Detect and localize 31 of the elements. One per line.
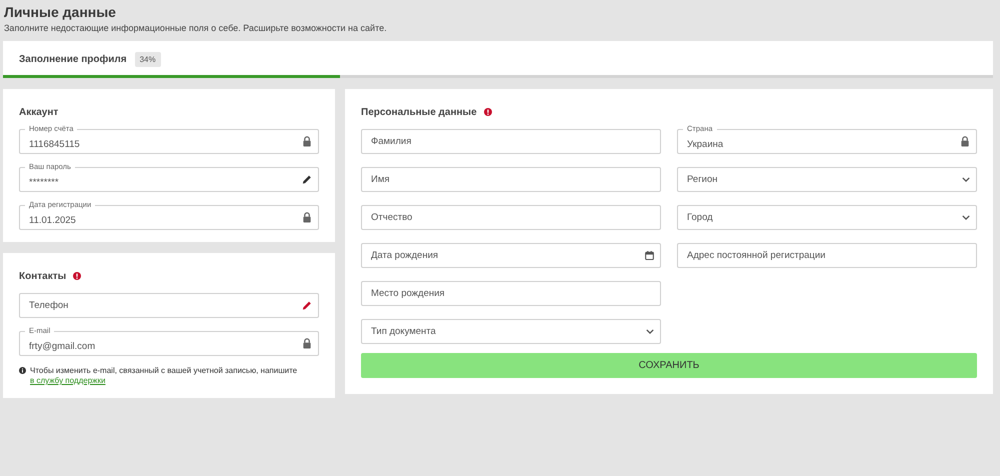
section-title: Контакты: [19, 270, 66, 282]
chevron-down-icon: [962, 177, 970, 182]
input-field[interactable]: Место рождения: [361, 281, 661, 306]
input-field[interactable]: Тип документа: [361, 319, 661, 344]
section-title: Аккаунт: [19, 106, 58, 118]
input-field[interactable]: Дата рождения: [361, 243, 661, 268]
input-field[interactable]: Адрес постоянной регистрации: [677, 243, 977, 268]
note-text: Чтобы изменить e-mail, связанный с вашей учетной записью, напишите в службу поддержки: [30, 366, 298, 386]
input-field[interactable]: Фамилия: [361, 129, 661, 154]
progress-badge: 34%: [134, 52, 161, 67]
save-button[interactable]: СОХРАНИТЬ: [361, 353, 977, 378]
page-subtitle: Заполните недостающие информационные поля о себе. Расширьте возможности на сайте.: [4, 23, 388, 33]
chevron-down-icon: [646, 329, 654, 334]
page-title: Личные данные: [4, 4, 117, 20]
lock-icon: [302, 338, 312, 349]
input-field[interactable]: Телефон: [19, 293, 319, 318]
section-title: Персональные данные: [361, 106, 477, 118]
chevron-down-icon: [962, 215, 970, 220]
support-link[interactable]: в службу поддержки: [30, 376, 106, 385]
progress-label: Заполнение профиля: [19, 54, 127, 65]
lock-icon: [302, 136, 312, 147]
calendar-icon: [645, 251, 654, 260]
pencil-icon[interactable]: [302, 174, 312, 185]
input-field[interactable]: Отчество: [361, 205, 661, 230]
lock-icon: [302, 212, 312, 223]
input-field[interactable]: Город: [677, 205, 977, 230]
input-field[interactable]: Регион: [677, 167, 977, 192]
pencil-icon[interactable]: [302, 300, 312, 311]
info-icon: [19, 367, 26, 374]
input-field[interactable]: Имя: [361, 167, 661, 192]
lock-icon: [960, 136, 970, 147]
